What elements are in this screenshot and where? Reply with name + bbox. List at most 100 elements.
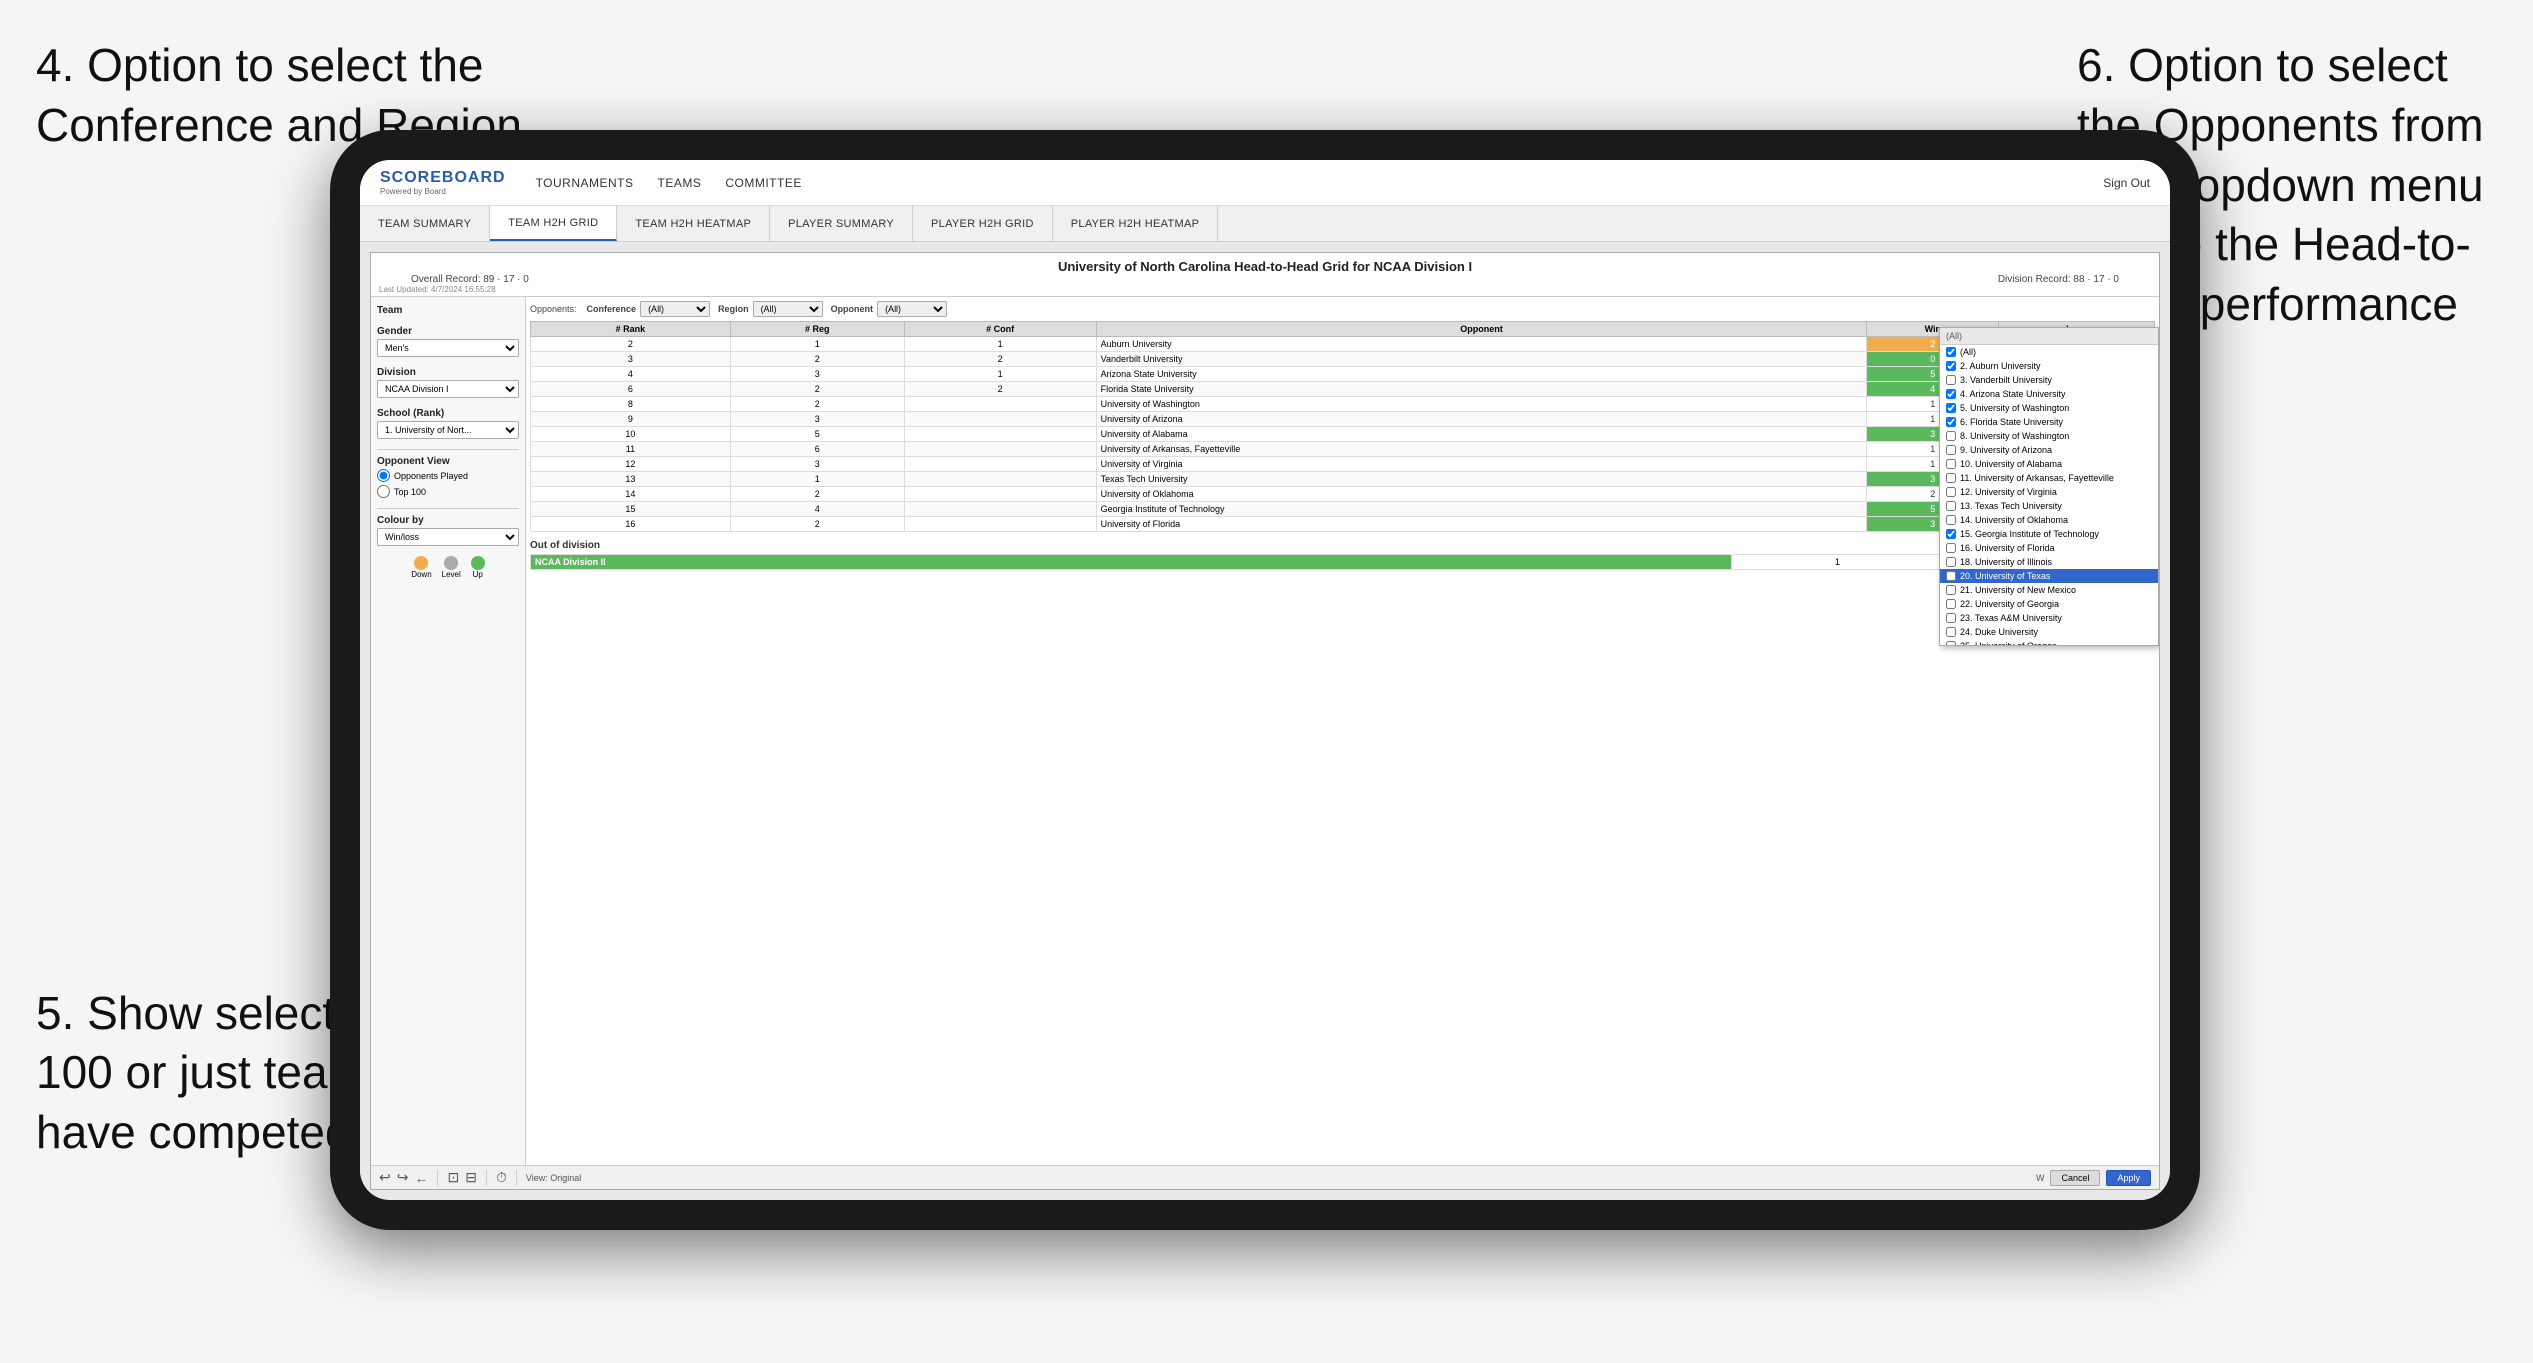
- apply-button[interactable]: Apply: [2106, 1170, 2151, 1186]
- sidebar-opponent-view-label: Opponent View: [377, 456, 519, 467]
- cell-conf: [904, 442, 1096, 457]
- dropdown-list-item[interactable]: 6. Florida State University: [1940, 415, 2158, 429]
- sidebar-gender-label: Gender: [377, 326, 519, 337]
- filter-region-select[interactable]: (All): [753, 301, 823, 317]
- nav-committee[interactable]: COMMITTEE: [725, 176, 802, 190]
- cell-opponent: Vanderbilt University: [1096, 352, 1867, 367]
- dropdown-list-item[interactable]: 3. Vanderbilt University: [1940, 373, 2158, 387]
- cell-conf: [904, 457, 1096, 472]
- cell-conf: [904, 472, 1096, 487]
- dropdown-list-item[interactable]: 25. University of Oregon: [1940, 639, 2158, 645]
- toolbar-back[interactable]: ←: [414, 1170, 428, 1186]
- sidebar-division-label: Division: [377, 367, 519, 378]
- toolbar-undo[interactable]: ↩: [379, 1169, 391, 1186]
- cell-conf: [904, 412, 1096, 427]
- nav-teams[interactable]: TEAMS: [658, 176, 702, 190]
- cell-reg: 1: [730, 337, 904, 352]
- dropdown-list-item[interactable]: 14. University of Oklahoma: [1940, 513, 2158, 527]
- toolbar-w: W: [2036, 1173, 2045, 1183]
- tab-player-summary[interactable]: PLAYER SUMMARY: [770, 206, 913, 241]
- dropdown-list-item[interactable]: 10. University of Alabama: [1940, 457, 2158, 471]
- dropdown-list-item[interactable]: 20. University of Texas: [1940, 569, 2158, 583]
- th-reg: # Reg: [730, 322, 904, 337]
- dropdown-list-item[interactable]: 9. University of Arizona: [1940, 443, 2158, 457]
- grid-area: Opponents: Conference (All) Region: [526, 297, 2159, 574]
- cell-rank: 9: [531, 412, 731, 427]
- filter-conference-select[interactable]: (All): [640, 301, 710, 317]
- nav-tournaments[interactable]: TOURNAMENTS: [536, 176, 634, 190]
- division-record: Division Record: 88 · 17 · 0: [1998, 274, 2119, 285]
- cell-rank: 15: [531, 502, 731, 517]
- filter-opponent-select[interactable]: (All): [877, 301, 947, 317]
- tab-player-h2h-grid[interactable]: PLAYER H2H GRID: [913, 206, 1053, 241]
- sidebar-school-select[interactable]: 1. University of Nort...: [377, 421, 519, 439]
- cell-opponent: University of Arizona: [1096, 412, 1867, 427]
- panel-header: University of North Carolina Head-to-Hea…: [371, 253, 2159, 297]
- cell-opponent: Arizona State University: [1096, 367, 1867, 382]
- dropdown-list-item[interactable]: 24. Duke University: [1940, 625, 2158, 639]
- radio-opponents-played[interactable]: Opponents Played: [377, 469, 519, 482]
- tab-team-summary[interactable]: TEAM SUMMARY: [360, 206, 490, 241]
- dropdown-list-item[interactable]: (All): [1940, 345, 2158, 359]
- dropdown-list-item[interactable]: 23. Texas A&M University: [1940, 611, 2158, 625]
- cancel-button[interactable]: Cancel: [2050, 1170, 2100, 1186]
- tab-team-h2h-grid[interactable]: TEAM H2H GRID: [490, 206, 617, 241]
- opponents-label: Opponents:: [530, 304, 577, 314]
- dropdown-list-item[interactable]: 22. University of Georgia: [1940, 597, 2158, 611]
- toolbar-redo[interactable]: ↪: [397, 1169, 409, 1186]
- cell-reg: 2: [730, 517, 904, 532]
- cell-reg: 2: [730, 352, 904, 367]
- cell-opponent: University of Oklahoma: [1096, 487, 1867, 502]
- toolbar-copy[interactable]: ⊡: [447, 1169, 459, 1186]
- cell-conf: 1: [904, 337, 1096, 352]
- sidebar-colour-section: Colour by Win/loss: [377, 515, 519, 546]
- sidebar-colour-select[interactable]: Win/loss: [377, 528, 519, 546]
- grid-with-dropdown: Opponents: Conference (All) Region: [526, 297, 2159, 1165]
- dropdown-list-item[interactable]: 21. University of New Mexico: [1940, 583, 2158, 597]
- sidebar-legend: Down Level Up: [377, 556, 519, 579]
- cell-opponent: University of Alabama: [1096, 427, 1867, 442]
- nav-sign-out[interactable]: Sign Out: [2103, 176, 2150, 190]
- toolbar-clock[interactable]: ⏱: [496, 1169, 507, 1186]
- cell-rank: 10: [531, 427, 731, 442]
- dropdown-list-item[interactable]: 18. University of Illinois: [1940, 555, 2158, 569]
- data-table: # Rank # Reg # Conf Opponent Win Loss: [530, 321, 2155, 532]
- cell-opponent: University of Arkansas, Fayetteville: [1096, 442, 1867, 457]
- dropdown-list-item[interactable]: 12. University of Virginia: [1940, 485, 2158, 499]
- radio-top100[interactable]: Top 100: [377, 485, 519, 498]
- dropdown-list-item[interactable]: 5. University of Washington: [1940, 401, 2158, 415]
- filter-conference-label: Conference: [587, 304, 637, 314]
- sidebar-colour-label: Colour by: [377, 515, 519, 526]
- legend-up: Up: [471, 556, 485, 579]
- dropdown-list-item[interactable]: 15. Georgia Institute of Technology: [1940, 527, 2158, 541]
- cell-reg: 1: [730, 472, 904, 487]
- cell-conf: 2: [904, 382, 1096, 397]
- dropdown-list-item[interactable]: 2. Auburn University: [1940, 359, 2158, 373]
- dropdown-list-item[interactable]: 11. University of Arkansas, Fayetteville: [1940, 471, 2158, 485]
- table-row: 15 4 Georgia Institute of Technology 5 1: [531, 502, 2155, 517]
- cell-opponent: University of Washington: [1096, 397, 1867, 412]
- dropdown-list-item[interactable]: 8. University of Washington: [1940, 429, 2158, 443]
- overall-record: Overall Record: 89 · 17 · 0: [411, 274, 529, 285]
- toolbar-divider-2: [486, 1170, 487, 1186]
- toolbar-paste[interactable]: ⊟: [465, 1169, 477, 1186]
- cell-reg: 3: [730, 367, 904, 382]
- dropdown-list-item[interactable]: 13. Texas Tech University: [1940, 499, 2158, 513]
- table-row: 6 2 2 Florida State University 4 2: [531, 382, 2155, 397]
- dropdown-list-item[interactable]: 4. Arizona State University: [1940, 387, 2158, 401]
- cell-rank: 8: [531, 397, 731, 412]
- sidebar-gender-select[interactable]: Men's: [377, 339, 519, 357]
- panel-body: Team Gender Men's Division NCAA Division…: [371, 297, 2159, 1165]
- cell-win: 1: [1732, 555, 1943, 570]
- tab-player-h2h-heatmap[interactable]: PLAYER H2H HEATMAP: [1053, 206, 1218, 241]
- dropdown-list-item[interactable]: 16. University of Florida: [1940, 541, 2158, 555]
- cell-opponent: Texas Tech University: [1096, 472, 1867, 487]
- sidebar-division-select[interactable]: NCAA Division I: [377, 380, 519, 398]
- sidebar-team-section: Team: [377, 305, 519, 316]
- cell-rank: 11: [531, 442, 731, 457]
- cell-opponent: University of Florida: [1096, 517, 1867, 532]
- panel-title: University of North Carolina Head-to-Hea…: [371, 259, 2159, 274]
- panel-record: Overall Record: 89 · 17 · 0 Division Rec…: [371, 274, 2159, 285]
- opponent-dropdown[interactable]: (All) (All) 2. Auburn University 3. Vand…: [1939, 327, 2159, 646]
- tab-team-h2h-heatmap[interactable]: TEAM H2H HEATMAP: [617, 206, 770, 241]
